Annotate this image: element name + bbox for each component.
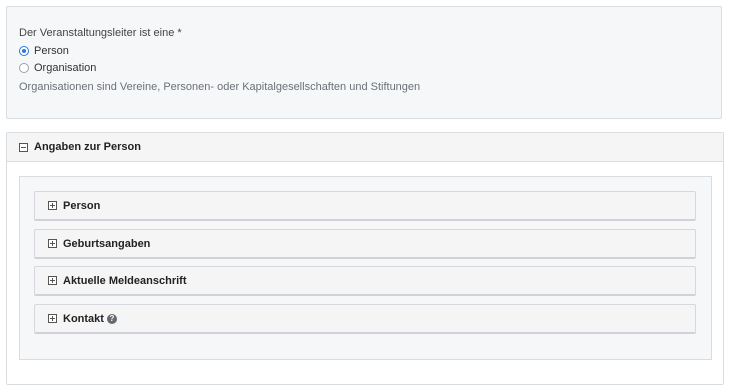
radio-option-person[interactable]: Person bbox=[19, 45, 69, 57]
expand-plus-icon[interactable] bbox=[48, 314, 57, 323]
section-current-address-label[interactable]: Aktuelle Meldeanschrift bbox=[63, 275, 186, 287]
section-birth-details[interactable]: Geburtsangaben bbox=[34, 229, 696, 259]
section-person-label[interactable]: Person bbox=[63, 200, 100, 212]
expand-plus-icon[interactable] bbox=[48, 239, 57, 248]
section-contact-label[interactable]: Kontakt bbox=[63, 313, 104, 325]
organizer-type-panel: Der Veranstaltungsleiter ist eine * Pers… bbox=[6, 6, 722, 119]
question-mark-icon[interactable]: ? bbox=[106, 313, 117, 324]
radio-option-organisation[interactable]: Organisation bbox=[19, 62, 96, 74]
organizer-type-question: Der Veranstaltungsleiter ist eine * bbox=[19, 27, 182, 39]
person-details-header[interactable]: Angaben zur Person bbox=[7, 133, 723, 162]
organizer-help-text: Organisationen sind Vereine, Personen- o… bbox=[19, 81, 421, 93]
section-birth-details-label[interactable]: Geburtsangaben bbox=[63, 238, 150, 250]
collapse-minus-icon[interactable] bbox=[19, 142, 28, 152]
expand-plus-icon[interactable] bbox=[48, 201, 57, 210]
radio-person-label[interactable]: Person bbox=[34, 45, 69, 57]
radio-organisation-label[interactable]: Organisation bbox=[34, 62, 96, 74]
person-sections-container: Person Geburtsangaben Aktuelle Meldeansc… bbox=[19, 176, 712, 360]
expand-plus-icon[interactable] bbox=[48, 276, 57, 285]
person-details-title[interactable]: Angaben zur Person bbox=[34, 141, 141, 153]
section-current-address[interactable]: Aktuelle Meldeanschrift bbox=[34, 266, 696, 296]
person-details-panel: Angaben zur Person Person Geburtsangaben… bbox=[6, 132, 724, 385]
section-contact[interactable]: Kontakt ? bbox=[34, 304, 696, 334]
section-person[interactable]: Person bbox=[34, 191, 696, 221]
radio-organisation-icon[interactable] bbox=[19, 63, 29, 73]
radio-person-icon[interactable] bbox=[19, 46, 29, 56]
